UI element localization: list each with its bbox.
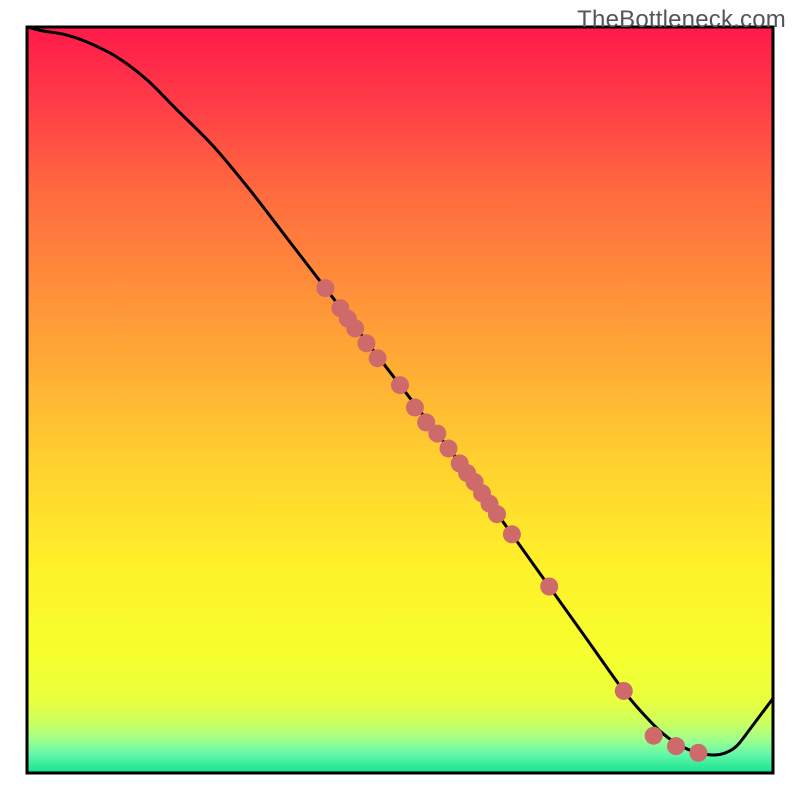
- plot-area: [27, 27, 773, 773]
- data-point: [667, 737, 685, 755]
- data-point: [615, 682, 633, 700]
- data-point: [488, 505, 506, 523]
- watermark-text: TheBottleneck.com: [577, 6, 786, 34]
- data-point: [357, 334, 375, 352]
- data-point: [645, 727, 663, 745]
- gradient-background: [27, 27, 773, 773]
- data-point: [503, 525, 521, 543]
- data-point: [689, 744, 707, 762]
- data-point: [428, 425, 446, 443]
- data-point: [369, 349, 387, 367]
- data-point: [346, 319, 364, 337]
- chart-container: TheBottleneck.com: [0, 0, 800, 800]
- data-point: [406, 398, 424, 416]
- data-point: [540, 578, 558, 596]
- data-point: [439, 439, 457, 457]
- data-point: [391, 376, 409, 394]
- data-point: [316, 279, 334, 297]
- chart-svg: [0, 0, 800, 800]
